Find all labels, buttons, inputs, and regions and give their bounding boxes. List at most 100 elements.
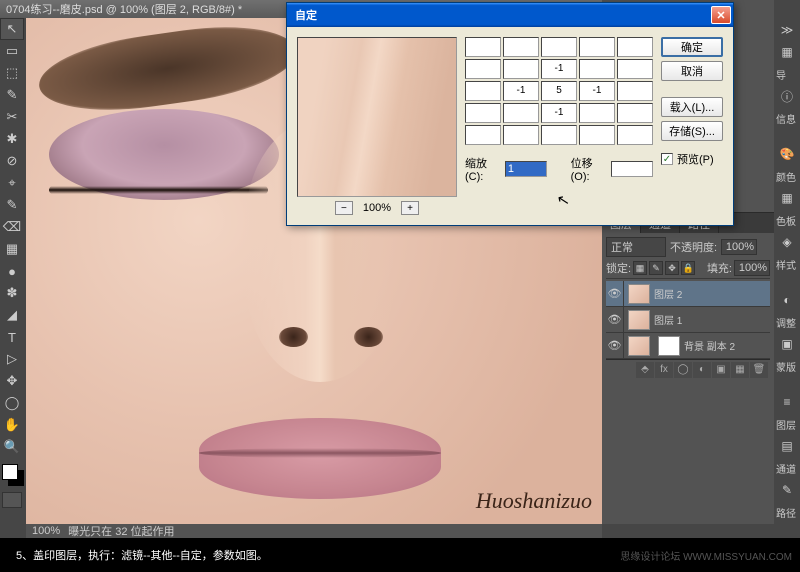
expand-icon[interactable]: ≫ [774,20,800,40]
brush-tool[interactable]: ⌖ [0,172,24,194]
matrix-cell[interactable] [465,81,501,101]
fx-icon[interactable]: fx [655,362,673,378]
blur-tool[interactable]: ● [0,260,24,282]
matrix-cell[interactable] [617,125,653,145]
wand-tool[interactable]: ✎ [0,84,24,106]
matrix-cell[interactable] [579,59,615,79]
matrix-cell[interactable] [541,125,577,145]
move-tool[interactable]: ↖ [0,18,24,40]
layer-name[interactable]: 图层 2 [654,286,770,301]
eraser-tool[interactable]: ⌫ [0,216,24,238]
styles-icon[interactable]: ◈ [774,232,800,252]
lock-pixels-icon[interactable]: ▦ [633,261,647,275]
layer-thumbnail[interactable] [628,284,650,304]
styles-label[interactable]: 样式 [774,254,800,274]
group-icon[interactable]: ▣ [712,362,730,378]
matrix-cell[interactable] [503,103,539,123]
matrix-cell[interactable] [617,37,653,57]
visibility-icon[interactable]: 👁 [606,281,624,306]
trash-icon[interactable]: 🗑 [750,362,768,378]
layer-name[interactable]: 背景 副本 2 [684,338,770,353]
cancel-button[interactable]: 取消 [661,61,723,81]
zoom-readout[interactable]: 100% [32,525,60,537]
scale-input[interactable] [505,161,547,177]
document-tab-title[interactable]: 0704练习--磨皮.psd @ 100% (图层 2, RGB/8#) * [6,1,242,17]
offset-input[interactable] [611,161,653,177]
zoom-out-button[interactable]: − [335,201,353,215]
navigator-icon[interactable]: ▦ [774,42,800,62]
visibility-icon[interactable]: 👁 [606,333,624,358]
matrix-cell[interactable] [465,59,501,79]
fill-input[interactable]: 100% [734,260,770,276]
matrix-cell[interactable] [465,103,501,123]
opacity-input[interactable]: 100% [721,239,757,255]
dialog-titlebar[interactable]: 自定 ✕ [287,3,733,27]
adjust-icon[interactable]: ◐ [774,290,800,310]
lock-brush-icon[interactable]: ✎ [649,261,663,275]
nav-label[interactable]: 导 [774,64,800,84]
eyedropper-tool[interactable]: ✱ [0,128,24,150]
preview-thumbnail[interactable] [297,37,457,197]
matrix-cell[interactable] [503,81,539,101]
layer-row[interactable]: 👁 背景 副本 2 [606,333,770,359]
mask-thumbnail[interactable] [658,336,680,356]
layer-row[interactable]: 👁 图层 2 [606,281,770,307]
mask-icon[interactable]: ◯ [674,362,692,378]
channels-icon[interactable]: ▤ [774,436,800,456]
matrix-cell[interactable] [579,81,615,101]
shape-tool[interactable]: ✥ [0,370,24,392]
swatch-icon[interactable]: ▦ [774,188,800,208]
matrix-cell[interactable] [465,37,501,57]
matrix-cell[interactable] [541,59,577,79]
channels-label[interactable]: 通道 [774,458,800,478]
info-icon[interactable]: ⓘ [774,86,800,106]
matrix-cell[interactable] [579,103,615,123]
mask-panel-icon[interactable]: ▣ [774,334,800,354]
lock-move-icon[interactable]: ✥ [665,261,679,275]
matrix-cell[interactable] [503,59,539,79]
matrix-cell[interactable] [541,103,577,123]
ok-button[interactable]: 确定 [661,37,723,57]
zoom-in-button[interactable]: + [401,201,419,215]
new-layer-icon[interactable]: ▦ [731,362,749,378]
lock-all-icon[interactable]: 🔒 [681,261,695,275]
quickmask-toggle[interactable] [2,492,22,508]
color-swatches[interactable] [2,464,24,486]
crop-tool[interactable]: ✂ [0,106,24,128]
link-layers-icon[interactable]: ⬘ [636,362,654,378]
paths-icon[interactable]: ✎ [774,480,800,500]
layers-label[interactable]: 图层 [774,414,800,434]
info-label[interactable]: 信息 [774,108,800,128]
close-button[interactable]: ✕ [711,6,731,24]
adj-layer-icon[interactable]: ◐ [693,362,711,378]
layer-thumbnail[interactable] [628,336,650,356]
matrix-cell[interactable] [541,37,577,57]
adjust-label[interactable]: 调整 [774,312,800,332]
load-button[interactable]: 载入(L)... [661,97,723,117]
hand-tool[interactable]: ✋ [0,414,24,436]
gradient-tool[interactable]: ▦ [0,238,24,260]
matrix-cell[interactable] [503,37,539,57]
foreground-swatch[interactable] [2,464,18,480]
path-select-tool[interactable]: ▷ [0,348,24,370]
matrix-cell[interactable] [617,103,653,123]
visibility-icon[interactable]: 👁 [606,307,624,332]
layer-name[interactable]: 图层 1 [654,312,770,327]
matrix-cell[interactable] [541,81,577,101]
matrix-cell[interactable] [579,125,615,145]
heal-tool[interactable]: ⊘ [0,150,24,172]
matrix-cell[interactable] [579,37,615,57]
save-button[interactable]: 存储(S)... [661,121,723,141]
layers-icon[interactable]: ≡ [774,392,800,412]
blend-mode-select[interactable]: 正常 [606,237,666,257]
color-label[interactable]: 颜色 [774,166,800,186]
zoom-tool[interactable]: 🔍 [0,436,24,458]
layer-thumbnail[interactable] [628,310,650,330]
matrix-cell[interactable] [617,59,653,79]
type-tool[interactable]: T [0,326,24,348]
layer-row[interactable]: 👁 图层 1 [606,307,770,333]
stamp-tool[interactable]: ✎ [0,194,24,216]
3d-tool[interactable]: ◯ [0,392,24,414]
matrix-cell[interactable] [503,125,539,145]
dodge-tool[interactable]: ✽ [0,282,24,304]
